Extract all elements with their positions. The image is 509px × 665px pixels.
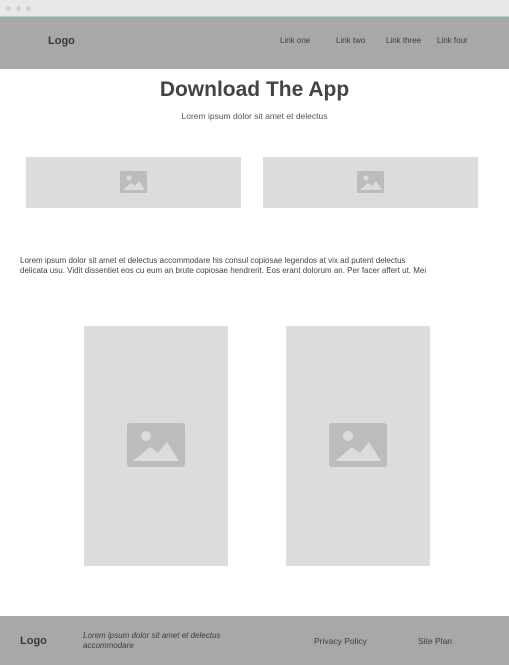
site-header: Logo Link one Link two Link three Link f… — [0, 17, 509, 69]
body-paragraph: Lorem ipsum dolor sit amet et delectus a… — [20, 256, 495, 276]
phone-image-placeholder — [286, 326, 430, 566]
image-placeholder-icon — [357, 171, 384, 193]
nav-link-one[interactable]: Link one — [280, 36, 310, 45]
image-placeholder-icon — [127, 423, 185, 467]
nav-link-three[interactable]: Link three — [386, 36, 421, 45]
footer-tagline: Lorem ipsum dolor sit amet et delectus a… — [83, 631, 221, 650]
body-paragraph-line: Lorem ipsum dolor sit amet et delectus a… — [20, 256, 406, 265]
page-subtitle: Lorem ipsum dolor sit amet et delectus — [181, 111, 328, 121]
site-footer: Logo Lorem ipsum dolor sit amet et delec… — [0, 616, 509, 665]
image-placeholder — [263, 157, 478, 208]
phone-image-placeholder — [84, 326, 228, 566]
footer-link-privacy-policy[interactable]: Privacy Policy — [314, 636, 367, 646]
browser-chrome-bar — [0, 0, 509, 17]
footer-link-site-plan[interactable]: Site Plan — [418, 636, 452, 646]
page-title: Download The App — [159, 78, 350, 101]
image-placeholder — [26, 157, 241, 208]
header-logo[interactable]: Logo — [48, 35, 75, 47]
window-dot-icon[interactable] — [6, 6, 11, 11]
nav-link-four[interactable]: Link four — [437, 36, 468, 45]
footer-logo[interactable]: Logo — [20, 635, 47, 647]
body-paragraph-line: delicata usu. Vidit dissentiet eos cu eu… — [20, 266, 427, 275]
window-dot-icon[interactable] — [16, 6, 21, 11]
window-dot-icon[interactable] — [26, 6, 31, 11]
page: Logo Link one Link two Link three Link f… — [0, 0, 509, 665]
image-placeholder-icon — [120, 171, 147, 193]
image-placeholder-icon — [329, 423, 387, 467]
nav-link-two[interactable]: Link two — [336, 36, 365, 45]
